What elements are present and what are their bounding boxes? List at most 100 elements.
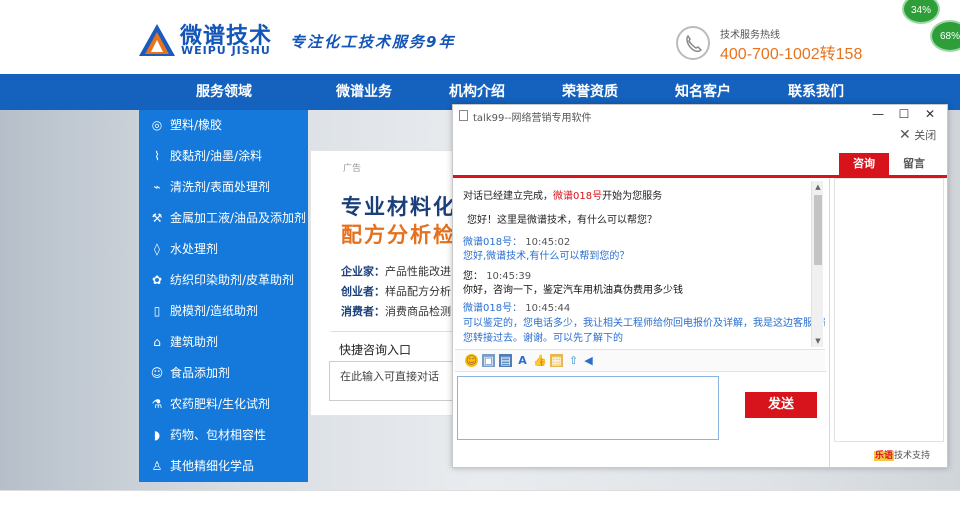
water-drop-icon: ◊: [154, 242, 160, 256]
sidebar-item-label: 药物、包材相容性: [170, 428, 267, 442]
sidebar-item-pharma[interactable]: ◗ 药物、包材相容性: [139, 420, 308, 451]
system-message: 对话已经建立完成，微谱018号开始为您服务: [463, 191, 663, 202]
powered-by[interactable]: 乐语技术支持: [874, 448, 930, 461]
sidebar-item-label: 建筑助剂: [170, 335, 219, 349]
sidebar-item-label: 塑料/橡胶: [170, 118, 223, 132]
plastic-icon: ◎: [151, 118, 163, 132]
wrench-icon: ⚒: [151, 211, 163, 225]
slogan: 专注化工技术服务9年: [290, 33, 456, 51]
message-scrollbar[interactable]: ▲ ▼: [811, 181, 823, 347]
weipu-logo-icon[interactable]: [137, 22, 177, 58]
greeting-message: 您好！这里是微谱技术，有什么可以帮您？: [467, 215, 657, 226]
send-button[interactable]: 发送: [745, 392, 817, 418]
quick-consult-title: 快捷咨询入口: [339, 343, 412, 357]
textile-icon: ✿: [151, 273, 163, 287]
hotline-label: 技术服务热线: [720, 30, 780, 41]
chat-toolbar: ☺ ▣ ▤ A 👍 ▦ ⇧ ◀: [455, 349, 825, 371]
service-sidebar: ◎ 塑料/橡胶 ⌇ 胶黏剂/油墨/涂料 ⌁ 清洗剂/表面处理剂 ⚒ 金属加工液/油品及添…: [139, 110, 308, 482]
thumbs-up-icon[interactable]: 👍: [533, 354, 547, 367]
powered-brand: 乐语: [874, 451, 895, 461]
paper-icon: ▯: [153, 304, 161, 318]
sidebar-item-construction[interactable]: ⌂ 建筑助剂: [139, 327, 308, 358]
adhesive-icon: ⌇: [154, 149, 160, 163]
scroll-thumb[interactable]: [814, 195, 822, 265]
close-icon: ✕: [899, 127, 911, 143]
test-tube-icon: ⚗: [151, 397, 163, 411]
chat-window: talk99--网络营销专用软件 — ☐ ✕ ✕ 关闭 咨询 留言 对话已经建立…: [452, 104, 948, 468]
sidebar-item-label: 胶黏剂/油墨/涂料: [170, 149, 263, 163]
sidebar-item-adhesives[interactable]: ⌇ 胶黏剂/油墨/涂料: [139, 141, 308, 172]
tab-consult[interactable]: 咨询: [839, 153, 889, 175]
food-icon: ☺: [150, 366, 164, 380]
font-icon[interactable]: A: [516, 354, 529, 367]
nav-service-fields[interactable]: 服务领域: [196, 74, 252, 110]
scroll-down-icon[interactable]: ▼: [812, 337, 824, 345]
chat-titlebar[interactable]: talk99--网络营销专用软件 — ☐ ✕: [453, 105, 947, 127]
sidebar-item-label: 其他精细化学品: [170, 459, 255, 473]
close-label: 关闭: [914, 129, 937, 142]
ad-line-3: 消费者：消费商品检测: [341, 305, 451, 318]
person-icon: ♙: [151, 459, 163, 473]
sidebar-item-food[interactable]: ☺ 食品添加剂: [139, 358, 308, 389]
brand-name-en: WEIPU JISHU: [181, 44, 271, 57]
scroll-up-icon[interactable]: ▲: [812, 183, 824, 191]
file-icon[interactable]: ▦: [550, 354, 563, 367]
ad-tag: 广告: [343, 164, 362, 174]
phone-icon: [676, 26, 710, 60]
maximize-icon[interactable]: ☐: [895, 107, 913, 121]
message-header: 您： 10:45:39: [463, 271, 532, 282]
chat-side-panel: 乐语技术支持: [829, 178, 947, 467]
sound-icon[interactable]: ◀: [582, 354, 595, 367]
chat-input-area: 发送: [455, 371, 827, 467]
sidebar-item-label: 金属加工液/油品及添加剂: [170, 211, 307, 225]
building-icon: ⌂: [153, 335, 161, 349]
document-icon: [459, 110, 468, 121]
chat-title: talk99--网络营销专用软件: [473, 113, 592, 124]
message-text: 您转接过去。谢谢。可以先了解下的: [463, 333, 623, 344]
message-text: 可以鉴定的，您电话多少，我让相关工程师给你回电报价及详解，我是这边客服，帮: [463, 318, 825, 329]
chat-message-input[interactable]: [457, 376, 719, 440]
minimize-icon[interactable]: —: [869, 107, 887, 121]
side-content: [834, 178, 944, 442]
sidebar-item-label: 纺织印染助剂/皮革助剂: [170, 273, 295, 287]
ad-line-1: 企业家：产品性能改进: [341, 265, 451, 278]
sidebar-item-cleaners[interactable]: ⌁ 清洗剂/表面处理剂: [139, 172, 308, 203]
sidebar-item-water[interactable]: ◊ 水处理剂: [139, 234, 308, 265]
sidebar-item-plastics[interactable]: ◎ 塑料/橡胶: [139, 110, 308, 141]
message-list: 对话已经建立完成，微谱018号开始为您服务 您好！这里是微谱技术，有什么可以帮您…: [455, 181, 825, 349]
upload-icon[interactable]: ⇧: [567, 354, 580, 367]
ad-line-2: 创业者：样品配方分析: [341, 285, 451, 298]
message-header: 微谱018号： 10:45:44: [463, 303, 571, 314]
speed-badge-top[interactable]: 34%: [902, 0, 940, 24]
powered-text: 技术支持: [894, 451, 931, 461]
quick-consult-input[interactable]: 在此输入可直接对话: [329, 361, 459, 401]
close-chat-button[interactable]: ✕ 关闭: [899, 127, 936, 143]
sidebar-item-metalworking[interactable]: ⚒ 金属加工液/油品及添加剂: [139, 203, 308, 234]
nav-business[interactable]: 微谱业务: [336, 74, 392, 110]
screenshot-icon[interactable]: ▣: [482, 354, 495, 367]
ad-headline-2: 配方分析检: [341, 223, 456, 247]
tab-message[interactable]: 留言: [889, 153, 939, 175]
sidebar-item-release-agent[interactable]: ▯ 脱模剂/造纸助剂: [139, 296, 308, 327]
image-icon[interactable]: ▤: [499, 354, 512, 367]
sidebar-item-label: 脱模剂/造纸助剂: [170, 304, 259, 318]
ad-headline-1: 专业材料化: [341, 195, 456, 219]
divider: [331, 331, 459, 332]
message-header: 微谱018号： 10:45:02: [463, 237, 571, 248]
cleaner-icon: ⌁: [153, 180, 161, 194]
speed-badge-bottom[interactable]: 68%: [930, 20, 960, 52]
sidebar-item-other[interactable]: ♙ 其他精细化学品: [139, 451, 308, 482]
emoji-icon[interactable]: ☺: [465, 354, 478, 367]
message-text: 你好，咨询一下，鉴定汽车用机油真伪费用多少钱: [463, 285, 683, 296]
sidebar-item-textile[interactable]: ✿ 纺织印染助剂/皮革助剂: [139, 265, 308, 296]
sidebar-item-label: 食品添加剂: [170, 366, 231, 380]
sidebar-item-label: 水处理剂: [170, 242, 219, 256]
page-bottom: [0, 490, 960, 512]
sidebar-item-label: 清洗剂/表面处理剂: [170, 180, 271, 194]
sidebar-item-label: 农药肥料/生化试剂: [170, 397, 271, 411]
capsule-icon: ◗: [153, 428, 161, 442]
window-close-icon[interactable]: ✕: [921, 107, 939, 121]
hotline-number[interactable]: 400-700-1002转158: [720, 40, 862, 64]
sidebar-item-pesticide[interactable]: ⚗ 农药肥料/生化试剂: [139, 389, 308, 420]
site-header: 微谱技术 WEIPU JISHU 专注化工技术服务9年 技术服务热线 400-7…: [0, 0, 960, 74]
